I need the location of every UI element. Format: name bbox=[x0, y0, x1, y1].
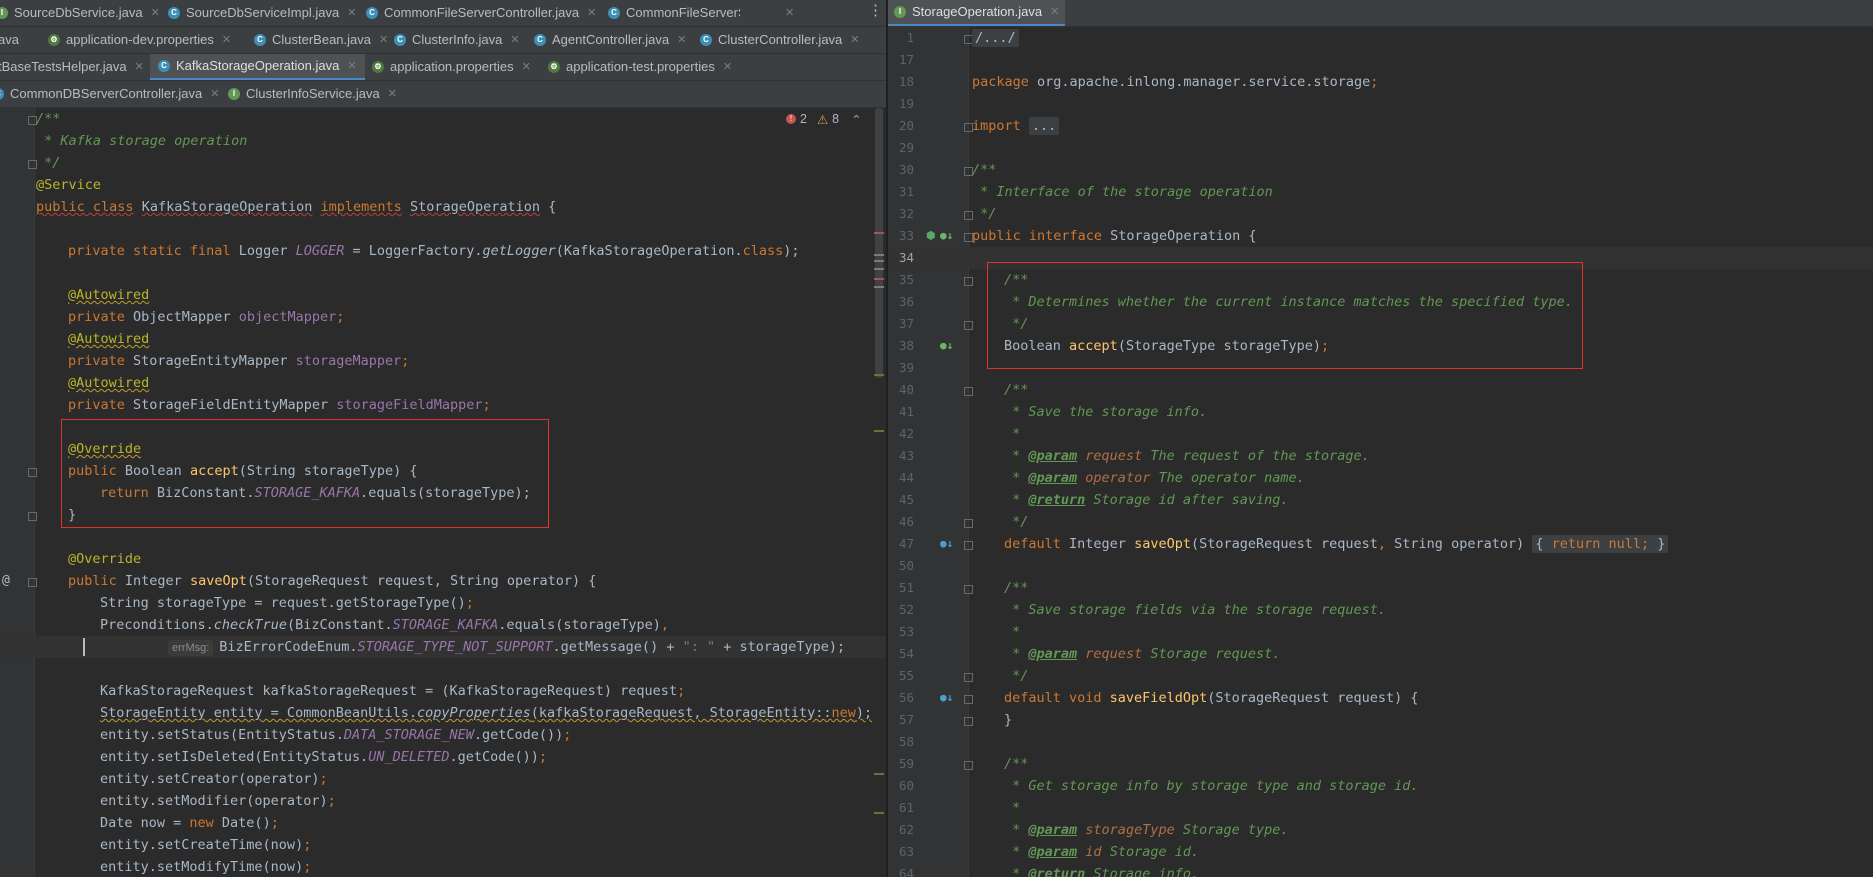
close-icon[interactable]: ✕ bbox=[379, 28, 388, 52]
properties-file-icon: ⚙ bbox=[48, 34, 60, 46]
tab-truncated-java[interactable]: ava bbox=[0, 27, 19, 53]
interface-file-icon: I bbox=[228, 88, 240, 100]
properties-file-icon: ⚙ bbox=[548, 61, 560, 73]
left-tab-row-3: tBaseTestsHelper.java ✕ C KafkaStorageOp… bbox=[0, 54, 888, 81]
collapsed-imports[interactable]: ... bbox=[1028, 117, 1060, 135]
class-file-icon: C bbox=[608, 7, 620, 19]
close-icon[interactable]: ✕ bbox=[135, 55, 144, 79]
close-icon[interactable]: ✕ bbox=[677, 28, 686, 52]
right-tab-row: I StorageOperation.java ✕ bbox=[888, 0, 1873, 27]
fold-marker[interactable] bbox=[28, 468, 37, 477]
fold-marker[interactable] bbox=[964, 585, 973, 594]
fold-marker[interactable] bbox=[964, 717, 973, 726]
implemented-by-icon[interactable]: ⬢ bbox=[926, 225, 936, 247]
current-line: errMsg: BizErrorCodeEnum.STORAGE_TYPE_NOT… bbox=[0, 636, 886, 658]
close-icon[interactable]: ✕ bbox=[1050, 0, 1059, 24]
parameter-hint: errMsg: bbox=[168, 640, 214, 656]
close-icon[interactable]: ✕ bbox=[151, 1, 160, 25]
fold-marker[interactable] bbox=[964, 541, 973, 550]
close-icon[interactable]: ✕ bbox=[785, 1, 794, 25]
close-icon[interactable]: ✕ bbox=[510, 28, 519, 52]
tab-cluster-info[interactable]: C ClusterInfo.java ✕ bbox=[394, 27, 520, 53]
text-cursor bbox=[83, 638, 85, 656]
close-icon[interactable]: ✕ bbox=[850, 28, 859, 52]
tab-source-db-service-impl[interactable]: C SourceDbServiceImpl.java ✕ bbox=[168, 0, 356, 26]
tab-kafka-storage-operation[interactable]: C KafkaStorageOperation.java ✕ bbox=[150, 54, 365, 80]
tab-common-db-server-controller[interactable]: C CommonDBServerController.java ✕ bbox=[0, 81, 219, 107]
class-file-icon: C bbox=[394, 34, 406, 46]
interface-file-icon: I bbox=[0, 7, 8, 19]
class-file-icon: C bbox=[0, 88, 4, 100]
class-file-icon: C bbox=[168, 7, 180, 19]
tab-application-properties[interactable]: ⚙ application.properties ✕ bbox=[372, 54, 531, 80]
left-tab-row-2: ava ⚙ application-dev.properties ✕ C Clu… bbox=[0, 27, 888, 54]
class-file-icon: C bbox=[366, 7, 378, 19]
left-tab-row-4: C CommonDBServerController.java ✕ I Clus… bbox=[0, 81, 888, 108]
override-marker-icon[interactable]: @ bbox=[2, 570, 10, 592]
close-icon[interactable]: ✕ bbox=[222, 28, 231, 52]
tab-source-db-service[interactable]: I SourceDbService.java ✕ bbox=[0, 0, 160, 26]
jump-to-implementation-icon[interactable]: ●↓ bbox=[940, 335, 953, 357]
collapsed-license-block[interactable]: /.../ bbox=[972, 29, 1019, 47]
class-file-icon: C bbox=[700, 34, 712, 46]
fold-marker[interactable] bbox=[28, 512, 37, 521]
overridden-in-icon[interactable]: ●↓ bbox=[940, 533, 953, 555]
right-editor[interactable]: 1/.../ 17 18 package org.apache.inlong.ma… bbox=[888, 27, 1873, 877]
interface-file-icon: I bbox=[894, 6, 906, 18]
close-icon[interactable]: ✕ bbox=[587, 1, 596, 25]
current-line: 34 bbox=[888, 247, 1873, 269]
more-tabs-icon[interactable]: ⋮ bbox=[868, 0, 883, 22]
properties-file-icon: ⚙ bbox=[372, 61, 384, 73]
tab-common-file-server-controller[interactable]: C CommonFileServerController.java ✕ bbox=[366, 0, 596, 26]
fold-marker[interactable] bbox=[964, 673, 973, 682]
close-icon[interactable]: ✕ bbox=[522, 55, 531, 79]
fold-marker[interactable] bbox=[964, 519, 973, 528]
overridden-in-icon[interactable]: ●↓ bbox=[940, 687, 953, 709]
left-tab-row-1-ext: ✕ ⋮ bbox=[740, 0, 888, 27]
left-tab-row-1: I SourceDbService.java ✕ C SourceDbServi… bbox=[0, 0, 740, 27]
close-icon[interactable]: ✕ bbox=[210, 82, 219, 106]
fold-marker[interactable] bbox=[964, 277, 973, 286]
jump-to-implementation-icon[interactable]: ●↓ bbox=[940, 225, 953, 247]
fold-marker[interactable] bbox=[964, 321, 973, 330]
close-icon[interactable]: ✕ bbox=[723, 55, 732, 79]
tab-application-dev-properties[interactable]: ⚙ application-dev.properties ✕ bbox=[48, 27, 231, 53]
tab-cluster-controller[interactable]: C ClusterController.java ✕ bbox=[700, 27, 860, 53]
tab-base-tests-helper[interactable]: tBaseTestsHelper.java ✕ bbox=[0, 54, 144, 80]
fold-marker[interactable] bbox=[964, 695, 973, 704]
close-icon[interactable]: ✕ bbox=[347, 54, 356, 78]
tab-common-file-server-service-impl[interactable]: C CommonFileServerServiceImpl.java ✕ bbox=[608, 0, 740, 26]
tab-application-test-properties[interactable]: ⚙ application-test.properties ✕ bbox=[548, 54, 732, 80]
left-editor[interactable]: ! 2 ⚠ 8 ⌃ ⌄ /** * Kafka storage operatio… bbox=[0, 108, 886, 877]
tab-storage-operation[interactable]: I StorageOperation.java ✕ bbox=[888, 0, 1066, 26]
tab-agent-controller[interactable]: C AgentController.java ✕ bbox=[534, 27, 686, 53]
fold-marker[interactable] bbox=[964, 387, 973, 396]
class-file-icon: C bbox=[534, 34, 546, 46]
fold-marker[interactable] bbox=[964, 761, 973, 770]
class-file-icon: C bbox=[158, 60, 170, 72]
tab-cluster-bean[interactable]: C ClusterBean.java ✕ bbox=[254, 27, 388, 53]
tab-cluster-info-service[interactable]: I ClusterInfoService.java ✕ bbox=[228, 81, 397, 107]
class-file-icon: C bbox=[254, 34, 266, 46]
fold-marker[interactable] bbox=[28, 578, 37, 587]
close-icon[interactable]: ✕ bbox=[388, 82, 397, 106]
close-icon[interactable]: ✕ bbox=[347, 1, 356, 25]
